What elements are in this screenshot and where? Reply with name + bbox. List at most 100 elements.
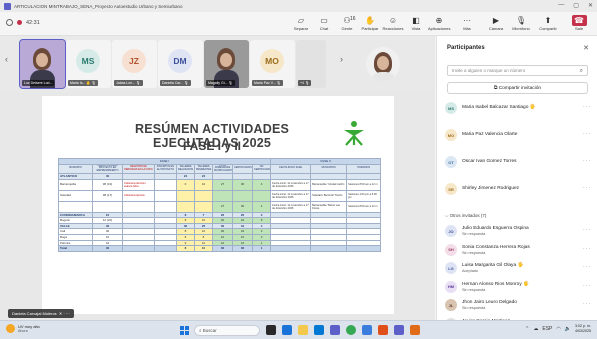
maximize-icon[interactable]: ▢ — [573, 2, 579, 9]
windows-taskbar: UV muy alto Ahora ⌕ Buscar ⌃ ☁ ESP ◠ 🔈 3… — [0, 320, 597, 339]
toolbar-view-button[interactable]: ◧ Vista — [405, 15, 427, 31]
participant-tile[interactable]: MS Maria Is... 🖐 🎙 — [66, 40, 111, 88]
more-options-icon[interactable]: ··· — [583, 158, 591, 164]
participant-avatar: JL — [445, 299, 457, 311]
more-options-icon[interactable]: ··· — [583, 185, 591, 191]
more-options-icon[interactable]: ··· — [583, 131, 591, 137]
participant-row[interactable]: MS Maria Isabel Balcazar Santiago 🖐 ··· — [445, 101, 591, 115]
participant-name: Sonia Constanza Herrera Rojas — [462, 244, 530, 250]
participant-avatar: MS — [445, 102, 457, 114]
powerpoint-icon[interactable] — [378, 325, 388, 335]
toolbar-people-button[interactable]: ⚇ 16 Gente — [336, 15, 358, 31]
table-header-cell: MUNICIPIO — [58, 163, 93, 175]
teams-icon[interactable] — [330, 325, 340, 335]
participant-name: Jhon Jairo Leuro Delgado — [462, 300, 517, 305]
close-panel-icon[interactable]: ✕ — [583, 44, 589, 52]
edge-browser-icon[interactable] — [282, 325, 292, 335]
taskbar-search-input[interactable]: ⌕ Buscar — [194, 325, 260, 336]
participant-avatar: HM — [445, 280, 457, 293]
strip-next-icon[interactable]: › — [340, 54, 343, 64]
toolbar-raise-hand-button[interactable]: ✋ Participar — [359, 15, 381, 31]
others-section-header[interactable]: ⌵ Otros invitados (7) — [445, 213, 486, 218]
share-icon: ⬆ — [544, 16, 552, 25]
more-options-icon[interactable]: ··· — [583, 246, 591, 252]
task-view-icon[interactable] — [266, 325, 276, 335]
participant-row[interactable]: SR Shirley Jimenez Rodriguez ··· — [445, 182, 591, 196]
participant-count: 16 — [350, 16, 356, 22]
toolbar-label: Reacciones — [382, 26, 404, 31]
participant-row[interactable]: JO Julio Eduardo Esguerra Ospina Sin respu… — [445, 224, 591, 238]
more-options-icon[interactable]: ··· — [583, 283, 591, 289]
toolbar-camera-button[interactable]: ▶ Cámara — [485, 15, 507, 31]
chrome-icon[interactable] — [346, 325, 356, 335]
system-tray: ⌃ ☁ ESP ◠ 🔈 3:02 p. m. 4/03/2025 — [525, 324, 591, 334]
participant-name: Shirley Jimenez Rodriguez — [462, 186, 520, 191]
strip-prev-icon[interactable]: ‹ — [5, 54, 8, 64]
table-cell — [154, 178, 177, 191]
toolbar-share-button[interactable]: ⬆ Compartir — [537, 15, 559, 31]
table-cell: Cobertura técnica / avance ficha — [122, 178, 155, 191]
participant-video-tile[interactable]: Luz Deisere Lod... — [19, 39, 66, 89]
tray-expand-icon[interactable]: ⌃ — [525, 326, 529, 332]
wifi-icon[interactable]: ◠ — [556, 326, 560, 332]
participant-name: Julio Eduardo Esguerra Ospina — [462, 226, 529, 231]
table-cell: 1 — [251, 245, 272, 252]
toolbar-label: Salir — [574, 26, 583, 31]
participant-avatar: LG — [445, 262, 457, 274]
table-header-cell: CERTIFICADOS — [232, 163, 253, 175]
tile-name-label: Daniela Car... 🎙 — [160, 80, 191, 86]
toolbar-label: Micrófono — [512, 26, 530, 31]
table-cell: 4 — [251, 178, 272, 191]
toolbar-chat-bubbles-button[interactable]: ▱ Separar — [290, 15, 312, 31]
file-explorer-icon[interactable] — [298, 325, 308, 335]
teams-meeting-icon[interactable] — [394, 325, 404, 335]
weather-widget[interactable]: UV muy alto Ahora — [6, 324, 40, 333]
table-header-cell: REGISTRO DE PERSONAS EN LA FICHA — [122, 163, 155, 175]
minimize-icon[interactable]: — — [558, 2, 564, 9]
participant-row[interactable]: SH Sonia Constanza Herrera Rojas Sin respu… — [445, 243, 591, 257]
table-cell: Fecha inicio: 11 noviembre a 17 de dicie… — [270, 189, 312, 202]
participant-tile[interactable]: JZ Jabas Lon... 🎙 — [112, 40, 157, 88]
lang-indicator[interactable]: ESP — [542, 326, 552, 332]
toolbar-apps-button[interactable]: ⊕ Aplicaciones — [428, 15, 450, 31]
more-options-icon[interactable]: ··· — [583, 264, 591, 270]
share-invite-button[interactable]: ⧉ Compartir invitación — [447, 82, 588, 94]
participant-video-tile[interactable]: Magally Gi... 🎙 — [204, 40, 249, 88]
tile-avatar-initials: DM — [168, 49, 192, 73]
participant-photo-avatar[interactable] — [366, 47, 400, 81]
cloud-icon[interactable]: ☁ — [533, 326, 538, 332]
participant-tile[interactable]: +4 🎙 — [296, 40, 326, 88]
table-cell: 10 — [194, 245, 213, 252]
participant-row[interactable]: HM Hernan Alonso Rios Monroy 🖐 Sin respues… — [445, 280, 591, 294]
toolbar-label: Separar — [293, 26, 309, 31]
word-icon[interactable] — [362, 325, 372, 335]
toolbar-chat-button[interactable]: ▭ Chat — [313, 15, 335, 31]
camera-icon: ▶ — [492, 16, 500, 25]
app-icon[interactable] — [410, 325, 420, 335]
raise-hand-icon: ✋ — [365, 16, 375, 25]
more-options-icon[interactable]: ··· — [583, 227, 591, 233]
invite-search-input[interactable]: Invite a alguien o marque un número ⌕ — [447, 65, 588, 76]
window-title: ARTICULACION MINTRABAJO_SENA_Proyecto Au… — [14, 3, 183, 9]
participant-tile[interactable]: MO Maria Paz V... 🎙 — [250, 40, 295, 88]
participant-row[interactable]: OT Oscar Ivan Gomez Torres ··· — [445, 155, 591, 169]
participant-row[interactable]: JL Jhon Jairo Leuro Delgado Sin respuesta ·… — [445, 298, 591, 312]
toolbar-leave-button[interactable]: ☎ Salir — [568, 15, 590, 31]
table-cell: Sesiones 8:00 am a 12 m — [346, 200, 382, 213]
participant-tile[interactable]: DM Daniela Car... 🎙 — [158, 40, 203, 88]
more-options-icon[interactable]: ··· — [583, 104, 591, 110]
close-icon[interactable]: ✕ — [588, 2, 593, 9]
more-options-icon[interactable]: ··· — [583, 301, 591, 307]
participant-row[interactable]: LG Luisa Margarita Gil Olaya 🖐 Aceptado ··· — [445, 261, 591, 275]
toolbar-emoji-button[interactable]: ☺ Reacciones — [382, 15, 404, 31]
participant-row[interactable]: MO Maria Paz Valencia Olarte ··· — [445, 128, 591, 142]
table-cell: 40 — [92, 245, 123, 252]
table-cell — [154, 200, 177, 213]
toolbar-mic-button[interactable]: 🎙 Micrófono — [510, 15, 532, 31]
outlook-icon[interactable] — [314, 325, 324, 335]
volume-icon[interactable]: 🔈 — [565, 326, 571, 332]
toolbar-more-button[interactable]: ··· Más — [456, 15, 478, 31]
tile-name-label: Magally Gi... 🎙 — [206, 80, 235, 86]
start-button-icon[interactable] — [180, 326, 189, 335]
taskbar-clock[interactable]: 3:02 p. m. 4/03/2025 — [575, 324, 591, 334]
